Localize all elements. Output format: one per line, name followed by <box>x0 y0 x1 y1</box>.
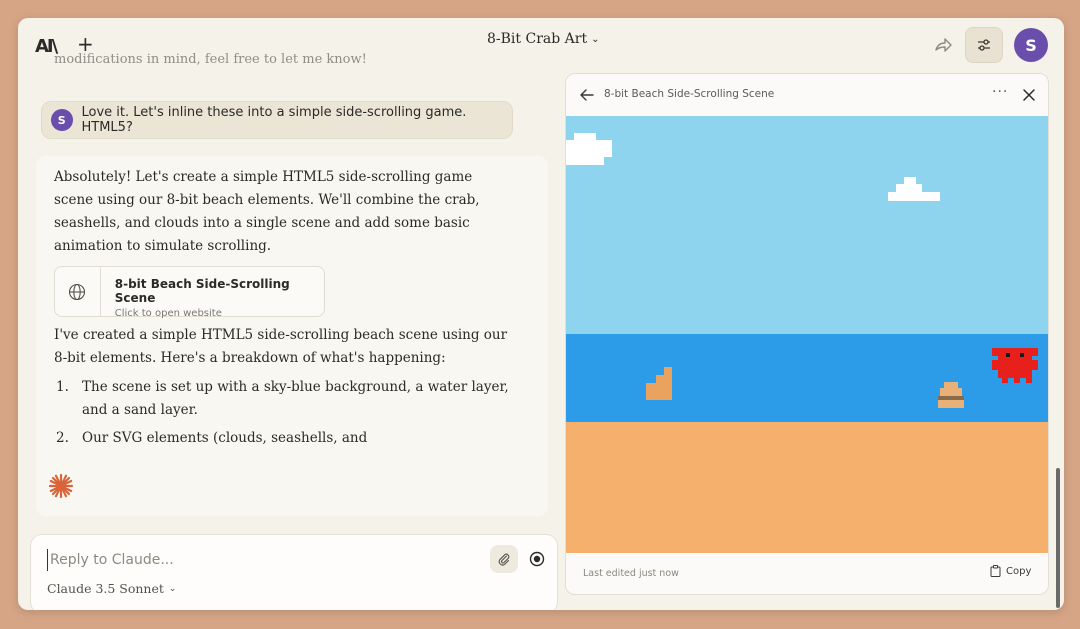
copy-button[interactable]: Copy <box>990 565 1031 577</box>
app-window: AI\ + 8-Bit Crab Art ⌄ S modifications i… <box>18 18 1064 610</box>
crab-sprite <box>992 348 1038 383</box>
share-icon <box>935 38 952 52</box>
previous-message-text: modifications in mind, feel free to let … <box>54 52 367 67</box>
assistant-paragraph: I've created a simple HTML5 side-scrolli… <box>54 327 508 366</box>
reply-composer: Claude 3.5 Sonnet ⌄ <box>30 534 558 610</box>
chevron-down-icon: ⌄ <box>591 33 600 45</box>
copy-label: Copy <box>1006 565 1032 577</box>
list-text: The scene is set up with a sky-blue back… <box>82 379 509 418</box>
list-text: Our SVG elements (clouds, seashells, and <box>82 430 368 446</box>
chevron-down-icon: ⌄ <box>168 583 177 594</box>
close-button[interactable] <box>1020 86 1038 104</box>
back-button[interactable] <box>578 86 596 104</box>
record-icon <box>529 551 545 567</box>
user-avatar[interactable]: S <box>1014 28 1048 62</box>
list-item: 1. The scene is set up with a sky-blue b… <box>56 376 522 422</box>
reply-input[interactable] <box>47 549 467 571</box>
seashell-sprite <box>938 382 964 408</box>
cloud-sprite <box>566 133 612 165</box>
last-edited-status: Last edited just now <box>583 568 679 579</box>
user-message-avatar: S <box>51 109 73 131</box>
paperclip-icon <box>498 553 510 566</box>
assistant-paragraph: Absolutely! Let's create a simple HTML5 … <box>54 169 480 254</box>
list-number: 1. <box>56 379 69 395</box>
user-message: S Love it. Let's inline these into a sim… <box>41 101 513 139</box>
cloud-sprite <box>888 177 940 201</box>
list-number: 2. <box>56 430 69 446</box>
seashell-sprite <box>646 367 672 400</box>
settings-button[interactable] <box>965 27 1003 63</box>
claude-spark-icon <box>48 473 74 503</box>
game-scene[interactable] <box>566 116 1048 553</box>
artifact-panel-title: 8-bit Beach Side-Scrolling Scene <box>604 88 775 100</box>
artifact-panel: 8-bit Beach Side-Scrolling Scene ··· Las… <box>565 73 1049 595</box>
globe-icon-container <box>55 267 101 316</box>
sliders-icon <box>978 39 990 51</box>
scrollbar[interactable] <box>1056 468 1060 608</box>
user-message-text: Love it. Let's inline these into a simpl… <box>81 105 467 135</box>
chat-title-dropdown[interactable]: 8-Bit Crab Art ⌄ <box>487 31 599 47</box>
artifact-panel-header: 8-bit Beach Side-Scrolling Scene ··· <box>566 74 1048 116</box>
more-options-button[interactable]: ··· <box>992 84 1008 100</box>
artifact-panel-footer: Last edited just now Copy <box>566 553 1048 594</box>
attach-button[interactable] <box>490 545 518 573</box>
record-button[interactable] <box>525 547 549 571</box>
globe-icon <box>69 283 86 300</box>
close-icon <box>1023 89 1035 101</box>
model-name: Claude 3.5 Sonnet <box>47 581 164 596</box>
list-item: 2. Our SVG elements (clouds, seashells, … <box>56 427 522 450</box>
chat-title: 8-Bit Crab Art <box>487 31 588 47</box>
clipboard-icon <box>990 565 1001 577</box>
arrow-left-icon <box>580 89 594 101</box>
assistant-message: Absolutely! Let's create a simple HTML5 … <box>36 156 548 516</box>
model-selector[interactable]: Claude 3.5 Sonnet ⌄ <box>47 581 176 596</box>
artifact-card-subtitle: Click to open website <box>114 308 222 319</box>
artifact-card-title: 8-bit Beach Side-Scrolling Scene <box>114 277 290 305</box>
share-button[interactable] <box>932 34 954 56</box>
artifact-card[interactable]: 8-bit Beach Side-Scrolling Scene Click t… <box>54 266 325 319</box>
